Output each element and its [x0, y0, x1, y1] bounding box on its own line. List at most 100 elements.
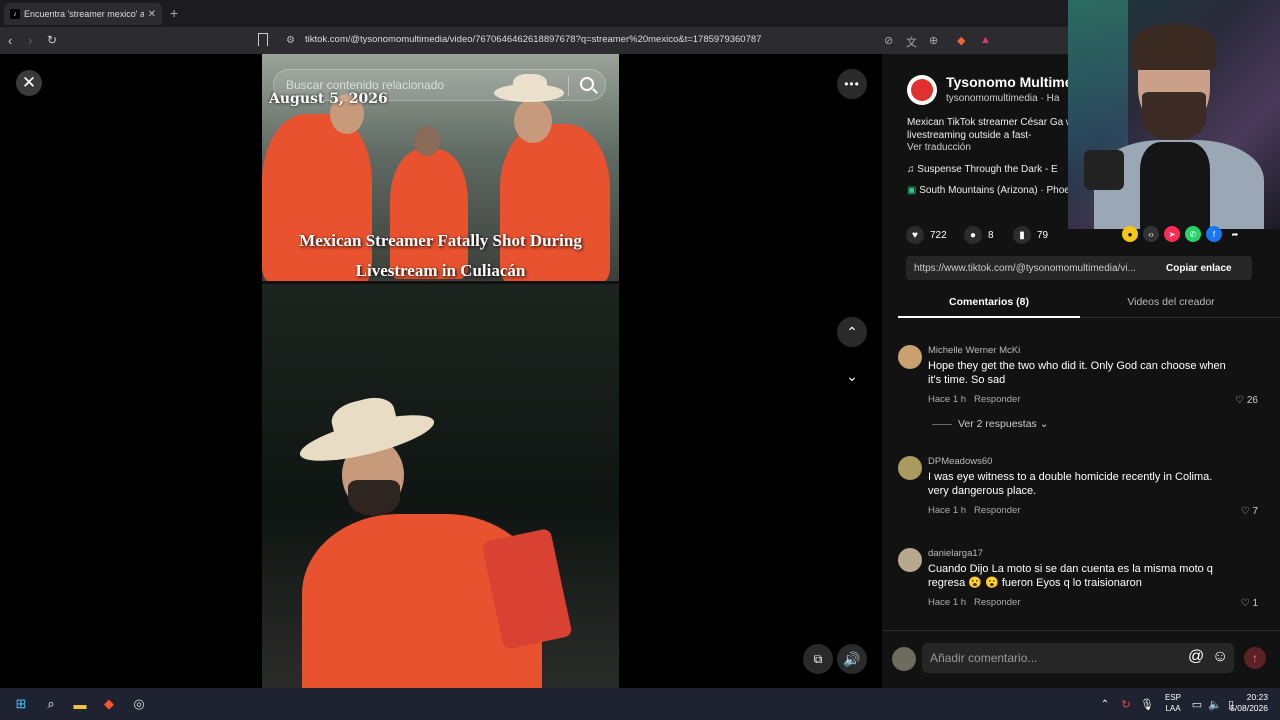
reply-button[interactable]: Responder	[974, 505, 1020, 516]
search-divider	[568, 76, 569, 96]
view-replies-label: Ver 2 respuestas	[958, 418, 1037, 430]
comment-meta: Hace 1 h Responder	[928, 505, 1021, 516]
send-friends-icon[interactable]: ➤	[1164, 226, 1180, 242]
back-icon[interactable]: ‹	[8, 33, 12, 48]
language-code: ESP	[1165, 693, 1182, 702]
tracking-off-icon[interactable]: ⊘	[884, 34, 893, 47]
copy-link-button[interactable]: Copiar enlace	[1166, 263, 1232, 274]
embed-code-icon[interactable]: ‹›	[1143, 226, 1159, 242]
file-explorer-icon[interactable]: ▬	[71, 695, 89, 713]
zoom-icon[interactable]: ⊕	[929, 34, 938, 47]
share-arrow-icon[interactable]: ➦	[1227, 226, 1243, 242]
site-settings-icon[interactable]: ⚙	[286, 35, 295, 46]
tab-comments[interactable]: Comentarios (8)	[898, 296, 1080, 318]
share-icons-row: ● ‹› ➤ ✆ f ➦	[1122, 226, 1243, 242]
windows-start-icon[interactable]: ⊞	[12, 695, 30, 713]
windows-taskbar: ⊞ ⌕ ▬ ◆ ◎ ⌃ ↻ 🎙 ESP LAA ▭ 🔈 ▯ 20:23 5/08…	[0, 688, 1280, 720]
comment-like[interactable]: ♡ 7	[1241, 506, 1258, 517]
embed-share-icon[interactable]: ●	[1122, 226, 1138, 242]
mic-tray-icon[interactable]: 🎙	[1138, 695, 1156, 713]
bookmark-icon[interactable]	[258, 33, 268, 46]
location-row[interactable]: ▣ South Mountains (Arizona) · Phoe	[907, 185, 1070, 196]
comment-like[interactable]: ♡ 26	[1235, 395, 1258, 406]
search-placeholder: Buscar contenido relacionado	[286, 78, 445, 92]
creator-handle[interactable]: tysonomomultimedia · Ha	[946, 93, 1059, 104]
bookmark-icon: ▮	[1013, 226, 1031, 244]
like-stat[interactable]: ♥ 722	[906, 226, 947, 244]
previous-video-button[interactable]: ⌃	[837, 317, 867, 347]
browser-tab[interactable]: ♪ Encuentra 'streamer mexico' a ✕	[4, 3, 162, 25]
language-indicator[interactable]: ESP LAA	[1165, 692, 1181, 714]
network-icon[interactable]: ▭	[1188, 695, 1206, 713]
like-count: 722	[930, 229, 947, 241]
save-stat[interactable]: ▮ 79	[1013, 226, 1048, 244]
whatsapp-icon[interactable]: ✆	[1185, 226, 1201, 242]
brave-rewards-icon[interactable]: ▲	[980, 34, 991, 46]
emoji-icon[interactable]: ☺	[1212, 648, 1228, 666]
comment-stat[interactable]: ● 8	[964, 226, 994, 244]
comment-username[interactable]: DPMeadows60	[928, 456, 992, 467]
facebook-icon[interactable]: f	[1206, 226, 1222, 242]
reload-icon[interactable]: ↻	[47, 33, 57, 47]
picture-in-picture-button[interactable]: ⧉	[803, 644, 833, 674]
commenter-avatar[interactable]	[898, 548, 922, 572]
save-count: 79	[1037, 229, 1049, 241]
commenter-avatar[interactable]	[898, 345, 922, 369]
app-icon[interactable]: ◎	[130, 695, 148, 713]
comment-like[interactable]: ♡ 1	[1241, 598, 1258, 609]
tab-title: Encuentra 'streamer mexico' a	[24, 9, 144, 19]
reply-button[interactable]: Responder	[974, 597, 1020, 608]
video-player[interactable]: Buscar contenido relacionado August 5, 2…	[262, 54, 619, 688]
mention-icon[interactable]: @	[1188, 648, 1204, 666]
share-link-text[interactable]: https://www.tiktok.com/@tysonomomultimed…	[914, 263, 1158, 274]
clock-date: 5/08/2026	[1230, 703, 1268, 713]
comment-username[interactable]: Michelle Werner McKi	[928, 345, 1020, 356]
creator-name[interactable]: Tysonomo Multime	[946, 74, 1073, 90]
close-tab-icon[interactable]: ✕	[148, 9, 156, 20]
translate-link[interactable]: Ver traducción	[907, 142, 971, 153]
reply-button[interactable]: Responder	[974, 394, 1020, 405]
show-hidden-icons[interactable]: ⌃	[1096, 695, 1114, 713]
comment-like-count: 1	[1252, 598, 1258, 609]
comment-icon: ●	[964, 226, 982, 244]
comment-like-count: 26	[1246, 395, 1258, 406]
volume-button[interactable]: 🔊	[837, 644, 867, 674]
location-pin-icon: ▣	[907, 185, 920, 196]
share-link-box: https://www.tiktok.com/@tysonomomultimed…	[906, 256, 1252, 280]
comment-text: Hope they get the two who did it. Only G…	[928, 360, 1226, 386]
search-icon[interactable]	[580, 77, 594, 91]
commenter-avatar[interactable]	[898, 456, 922, 480]
music-row[interactable]: ♫ Suspense Through the Dark - E	[907, 164, 1058, 175]
view-replies-button[interactable]: Ver 2 respuestas ⌄	[932, 418, 1049, 430]
next-video-button[interactable]: ⌄	[837, 361, 867, 391]
system-clock[interactable]: 20:23 5/08/2026	[1230, 692, 1268, 714]
panel-tabs: Comentarios (8) Videos del creador	[898, 290, 1280, 318]
sync-tray-icon[interactable]: ↻	[1117, 695, 1135, 713]
brave-browser-icon[interactable]: ◆	[100, 695, 118, 713]
more-options-button[interactable]: •••	[837, 69, 867, 99]
forward-icon[interactable]: ›	[28, 33, 32, 48]
user-avatar[interactable]	[892, 647, 916, 671]
comment-meta: Hace 1 h Responder	[928, 597, 1021, 608]
comment-item: danielarga17 Cuando Dijo La moto si se d…	[898, 548, 1258, 618]
webcam-overlay	[1068, 0, 1280, 229]
microphone-icon	[1084, 150, 1124, 190]
creator-avatar[interactable]	[907, 75, 937, 105]
translate-icon[interactable]: 文	[906, 34, 917, 50]
taskbar-search-icon[interactable]: ⌕	[42, 695, 60, 713]
comment-input[interactable]: Añadir comentario... @ ☺	[922, 643, 1234, 673]
music-note-icon: ♫	[907, 164, 918, 175]
comment-placeholder: Añadir comentario...	[930, 651, 1038, 665]
music-title: Suspense Through the Dark - E	[917, 164, 1058, 175]
comment-like-count: 7	[1252, 506, 1258, 517]
new-tab-button[interactable]: +	[170, 5, 178, 21]
comment-item: DPMeadows60 I was eye witness to a doubl…	[898, 456, 1258, 526]
address-bar[interactable]: tiktok.com/@tysonomomultimedia/video/767…	[305, 34, 761, 45]
brave-shield-icon[interactable]: ◆	[957, 34, 965, 47]
comment-text: I was eye witness to a double homicide r…	[928, 471, 1213, 497]
send-comment-button[interactable]: ↑	[1244, 647, 1266, 669]
comment-username[interactable]: danielarga17	[928, 548, 983, 559]
tab-creator-videos[interactable]: Videos del creador	[1080, 296, 1262, 308]
comment-time: Hace 1 h	[928, 394, 967, 405]
close-video-button[interactable]: ✕	[16, 70, 42, 96]
